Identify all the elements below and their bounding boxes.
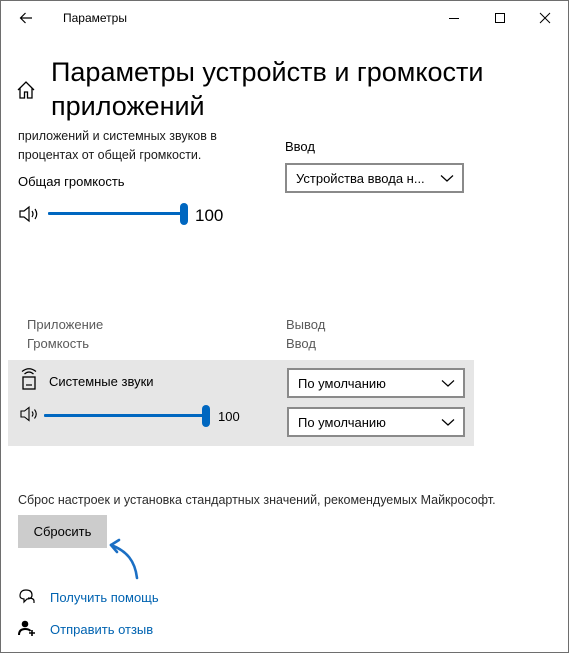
home-icon — [17, 81, 35, 99]
annotation-arrow — [109, 538, 139, 580]
app-output-value: По умолчанию — [298, 375, 386, 391]
column-volume: Громкость — [27, 336, 89, 351]
title-bar: Параметры — [1, 1, 568, 35]
column-input: Ввод — [286, 336, 316, 351]
slider-thumb[interactable] — [202, 405, 210, 427]
feedback-link[interactable]: Отправить отзыв — [50, 622, 153, 637]
master-volume-slider[interactable] — [48, 203, 188, 225]
close-icon — [539, 12, 551, 24]
reset-description: Сброс настроек и установка стандартных з… — [18, 493, 496, 507]
master-volume-value: 100 — [195, 206, 224, 225]
speaker-icon[interactable] — [19, 406, 41, 422]
slider-track — [44, 414, 206, 417]
app-input-value: По умолчанию — [298, 414, 386, 430]
chevron-down-icon — [441, 419, 455, 426]
help-link[interactable]: Получить помощь — [50, 590, 159, 605]
volume-description: приложений и системных звуков в процента… — [18, 129, 217, 162]
speaker-icon[interactable] — [18, 205, 42, 223]
app-row-system-sounds: Системные звуки 100 По умолчанию По умол… — [8, 360, 474, 446]
column-app: Приложение — [27, 317, 104, 332]
column-output: Вывод — [286, 317, 326, 332]
chevron-down-icon — [440, 175, 454, 182]
input-device-value: Устройства ввода н... — [296, 170, 425, 186]
app-volume-value: 100 — [218, 409, 240, 424]
app-input-dropdown[interactable]: По умолчанию — [287, 407, 465, 437]
maximize-icon — [495, 13, 505, 23]
close-button[interactable] — [522, 1, 568, 35]
app-name: Системные звуки — [49, 374, 154, 389]
app-title: Параметры — [63, 11, 127, 25]
master-volume-label: Общая громкость — [18, 174, 125, 189]
slider-track — [48, 212, 184, 215]
app-output-dropdown[interactable]: По умолчанию — [287, 368, 465, 398]
reset-button[interactable]: Сбросить — [18, 515, 107, 548]
settings-window: Параметры Параметры устройств и громкост… — [0, 0, 569, 653]
input-label: Ввод — [285, 139, 315, 154]
app-volume-slider[interactable] — [44, 405, 210, 427]
minimize-icon — [449, 18, 459, 19]
minimize-button[interactable] — [431, 1, 477, 35]
help-icon — [19, 589, 35, 604]
input-device-dropdown[interactable]: Устройства ввода н... — [285, 163, 464, 193]
system-sounds-icon — [21, 368, 37, 390]
chevron-down-icon — [441, 380, 455, 387]
maximize-button[interactable] — [477, 1, 523, 35]
back-button[interactable] — [13, 5, 39, 31]
back-arrow-icon — [19, 12, 32, 24]
feedback-icon — [18, 620, 35, 636]
page-title: Параметры устройств и громкости приложен… — [51, 57, 484, 121]
slider-thumb[interactable] — [180, 203, 188, 225]
home-button[interactable] — [15, 79, 39, 103]
